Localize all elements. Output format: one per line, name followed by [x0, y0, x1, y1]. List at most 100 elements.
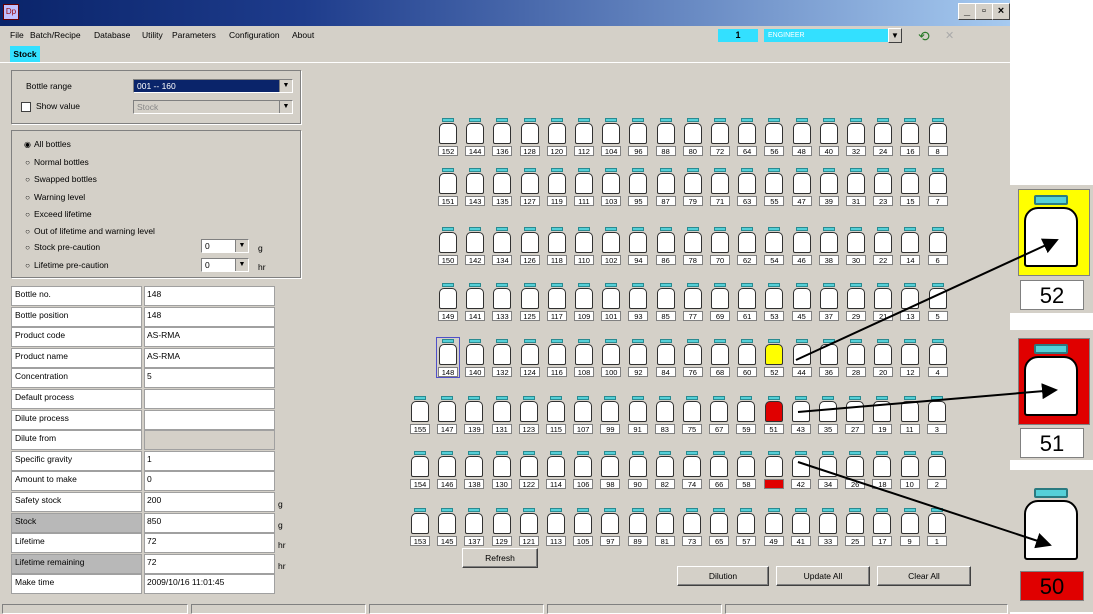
radio-swapped-bottles[interactable]: ○ Swapped bottles — [24, 174, 97, 184]
bottle-152[interactable]: 152 — [438, 118, 458, 156]
bottle-146[interactable]: 146 — [437, 451, 458, 489]
tab-stock[interactable]: Stock — [10, 46, 40, 62]
lifetime-precaution-select[interactable]: 0 ▼ — [201, 258, 249, 272]
bottle-148[interactable]: 148 — [436, 337, 460, 378]
bottle-54[interactable]: 54 — [764, 227, 785, 265]
bottle-142[interactable]: 142 — [465, 227, 486, 265]
bottle-144[interactable]: 144 — [465, 118, 486, 156]
menu-file[interactable]: File — [10, 30, 24, 40]
bottle-72[interactable]: 72 — [710, 118, 730, 156]
minimize-button[interactable]: _ — [958, 3, 976, 20]
bottle-90[interactable]: 90 — [627, 451, 648, 489]
radio-all-bottles[interactable]: ◉ All bottles — [24, 139, 71, 149]
bottle-87[interactable]: 87 — [655, 168, 676, 206]
bottle-86[interactable]: 86 — [655, 227, 676, 265]
bottle-101[interactable]: 101 — [601, 283, 622, 321]
bottle-93[interactable]: 93 — [628, 283, 649, 321]
bottle-17[interactable]: 17 — [872, 508, 893, 546]
radio-normal-bottles[interactable]: ○ Normal bottles — [24, 157, 89, 167]
info-value[interactable] — [144, 409, 275, 430]
bottle-30[interactable]: 30 — [846, 227, 866, 265]
info-value[interactable]: 148 — [144, 286, 275, 306]
bottle-56[interactable]: 56 — [764, 118, 785, 156]
bottle-41[interactable]: 41 — [790, 508, 811, 546]
bottle-57[interactable]: 57 — [736, 508, 757, 546]
bottle-81[interactable]: 81 — [654, 508, 675, 546]
bottle-33[interactable]: 33 — [818, 508, 838, 546]
bottle-74[interactable]: 74 — [682, 451, 702, 489]
info-value[interactable]: 72 — [144, 533, 275, 554]
bottle-37[interactable]: 37 — [818, 283, 839, 321]
bottle-85[interactable]: 85 — [655, 283, 676, 321]
bottle-103[interactable]: 103 — [601, 168, 622, 206]
bottle-59[interactable]: 59 — [736, 396, 757, 434]
radio-exceed-lifetime[interactable]: ○ Exceed lifetime — [24, 209, 92, 219]
bottle-23[interactable]: 23 — [873, 168, 894, 206]
bottle-110[interactable]: 110 — [574, 227, 594, 265]
bottle-150[interactable]: 150 — [438, 227, 458, 265]
bottle-95[interactable]: 95 — [628, 168, 649, 206]
bottle-104[interactable]: 104 — [601, 118, 622, 156]
bottle-70[interactable]: 70 — [710, 227, 730, 265]
bottle-5[interactable]: 5 — [927, 283, 948, 321]
bottle-128[interactable]: 128 — [519, 118, 540, 156]
bottle-125[interactable]: 125 — [519, 283, 540, 321]
bottle-44[interactable]: 44 — [791, 339, 812, 377]
bottle-132[interactable]: 132 — [492, 339, 513, 377]
bottle-22[interactable]: 22 — [873, 227, 894, 265]
bottle-27[interactable]: 27 — [845, 396, 866, 434]
bottle-117[interactable]: 117 — [546, 283, 567, 321]
bottle-100[interactable]: 100 — [601, 339, 622, 377]
bottle-138[interactable]: 138 — [464, 451, 485, 489]
sync-icon[interactable]: ⟲ — [918, 28, 930, 45]
bottle-13[interactable]: 13 — [900, 283, 921, 321]
bottle-135[interactable]: 135 — [492, 168, 513, 206]
close-icon[interactable]: ✕ — [945, 29, 954, 42]
info-value[interactable]: 72 — [144, 553, 275, 574]
bottle-7[interactable]: 7 — [927, 168, 948, 206]
bottle-19[interactable]: 19 — [872, 396, 893, 434]
bottle-121[interactable]: 121 — [518, 508, 539, 546]
bottle-149[interactable]: 149 — [438, 283, 458, 321]
bottle-62[interactable]: 62 — [737, 227, 758, 265]
bottle-67[interactable]: 67 — [709, 396, 730, 434]
bottle-129[interactable]: 129 — [491, 508, 512, 546]
clear-all-button[interactable]: Clear All — [877, 566, 971, 586]
bottle-153[interactable]: 153 — [410, 508, 430, 546]
bottle-80[interactable]: 80 — [682, 118, 703, 156]
bottle-107[interactable]: 107 — [573, 396, 594, 434]
bottle-8[interactable]: 8 — [927, 118, 948, 156]
bottle-141[interactable]: 141 — [465, 283, 486, 321]
bottle-18[interactable]: 18 — [872, 451, 893, 489]
bottle-76[interactable]: 76 — [682, 339, 703, 377]
bottle-127[interactable]: 127 — [519, 168, 540, 206]
bottle-16[interactable]: 16 — [900, 118, 921, 156]
bottle-118[interactable]: 118 — [546, 227, 567, 265]
bottle-114[interactable]: 114 — [546, 451, 566, 489]
bottle-14[interactable]: 14 — [900, 227, 921, 265]
close-button[interactable]: × — [992, 3, 1010, 20]
bottle-143[interactable]: 143 — [465, 168, 486, 206]
bottle-43[interactable]: 43 — [790, 396, 811, 434]
bottle-97[interactable]: 97 — [600, 508, 621, 546]
bottle-6[interactable]: 6 — [927, 227, 948, 265]
bottle-137[interactable]: 137 — [464, 508, 485, 546]
menu-about[interactable]: About — [292, 30, 314, 40]
bottle-92[interactable]: 92 — [628, 339, 649, 377]
radio-warning-level[interactable]: ○ Warning level — [24, 192, 85, 202]
bottle-45[interactable]: 45 — [791, 283, 812, 321]
bottle-26[interactable]: 26 — [845, 451, 866, 489]
bottle-96[interactable]: 96 — [628, 118, 649, 156]
chevron-down-icon[interactable]: ▼ — [888, 28, 902, 43]
info-value[interactable] — [144, 389, 275, 409]
bottle-34[interactable]: 34 — [818, 451, 838, 489]
bottle-111[interactable]: 111 — [574, 168, 594, 206]
bottle-98[interactable]: 98 — [600, 451, 621, 489]
bottle-119[interactable]: 119 — [546, 168, 567, 206]
bottle-109[interactable]: 109 — [574, 283, 594, 321]
bottle-147[interactable]: 147 — [437, 396, 458, 434]
bottle-139[interactable]: 139 — [464, 396, 485, 434]
bottle-29[interactable]: 29 — [846, 283, 866, 321]
bottle-140[interactable]: 140 — [465, 339, 486, 377]
bottle-9[interactable]: 9 — [899, 508, 920, 546]
